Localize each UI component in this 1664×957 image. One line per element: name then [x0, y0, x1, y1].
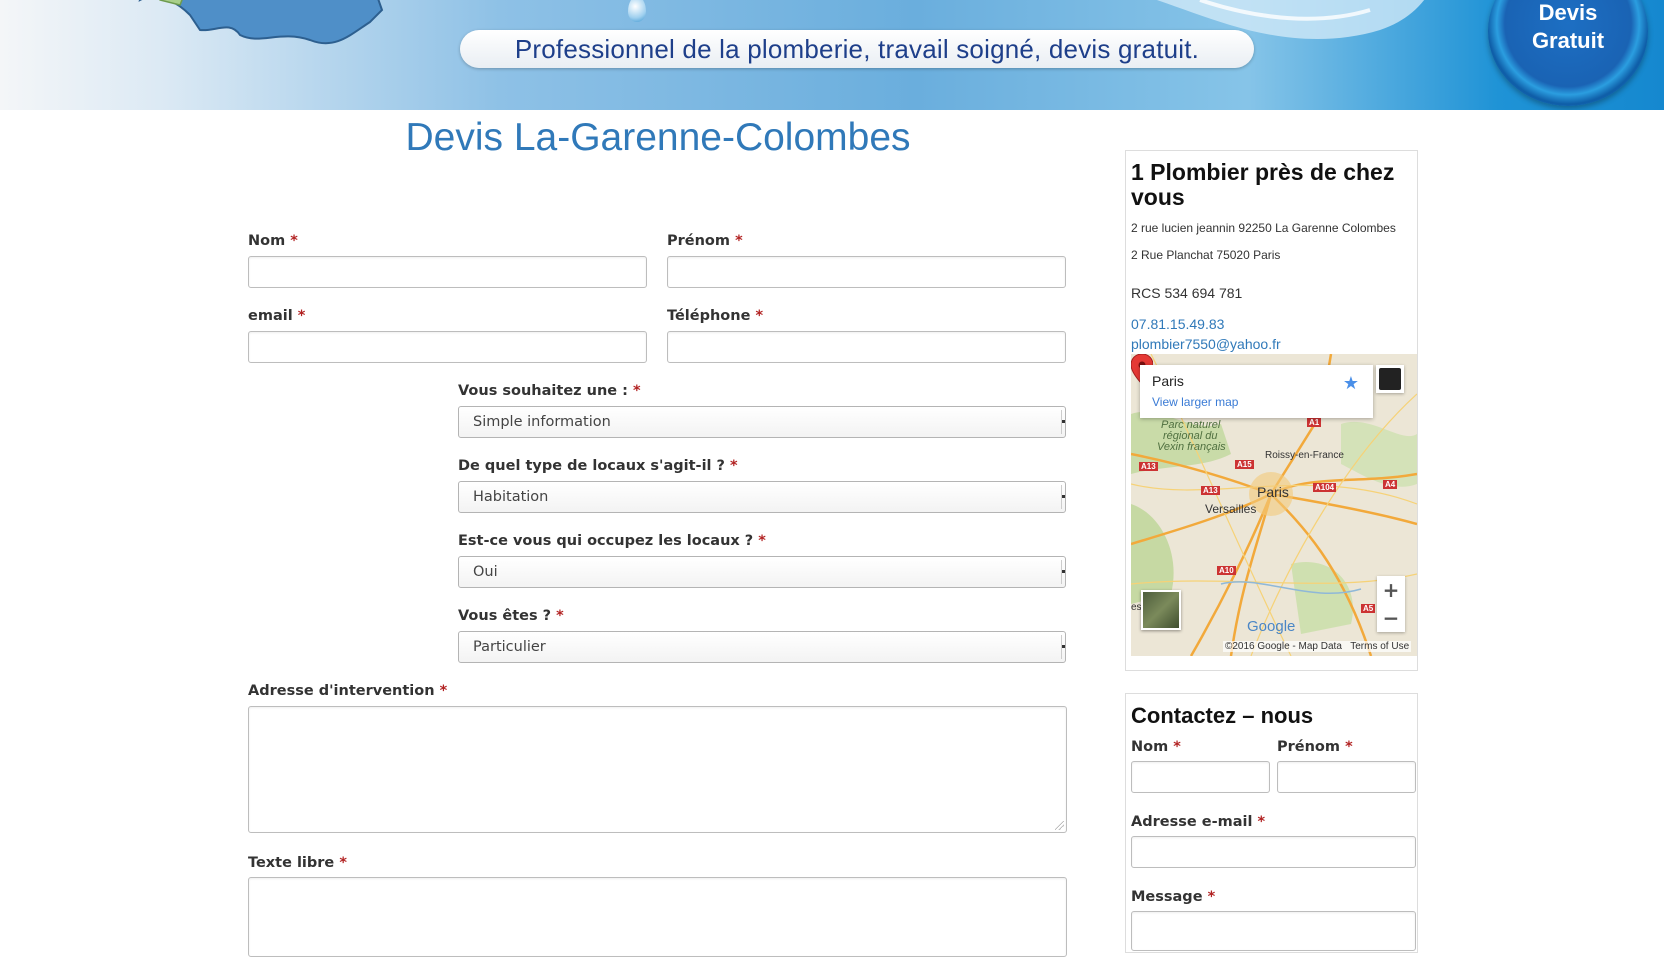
header-banner: Professionnel de la plomberie, travail s… — [0, 0, 1664, 110]
type-locaux-label: De quel type de locaux s'agit-il ? * — [458, 458, 738, 474]
occupez-select[interactable]: Oui — [458, 556, 1066, 588]
nom-label: Nom * — [248, 233, 298, 249]
map-footer: ©2016 Google - Map Data Terms of Use — [1223, 641, 1412, 652]
souhait-value: Simple information — [473, 414, 611, 430]
prenom-label: Prénom * — [667, 233, 743, 249]
map-city-name: Paris — [1152, 373, 1184, 389]
required-mark: * — [730, 458, 738, 474]
souhait-label: Vous souhaitez une : * — [458, 383, 641, 399]
water-drop-graphic — [628, 0, 646, 22]
email-label: email * — [248, 308, 306, 324]
type-locaux-value: Habitation — [473, 489, 549, 505]
email-link[interactable]: plombier7550@yahoo.fr — [1131, 336, 1281, 352]
map-terms-link[interactable]: Terms of Use — [1350, 641, 1409, 652]
zoom-controls: + − — [1377, 576, 1405, 632]
vous-etes-value: Particulier — [473, 639, 546, 655]
occupez-value: Oui — [473, 564, 498, 580]
required-mark: * — [297, 308, 306, 324]
map-label-versailles: Versailles — [1205, 502, 1257, 516]
zoom-out-button[interactable]: − — [1377, 604, 1405, 632]
page-title: Devis La-Garenne-Colombes — [405, 116, 911, 159]
address-line-2: 2 Rue Planchat 75020 Paris — [1131, 248, 1281, 262]
contact-prenom-label: Prénom * — [1277, 739, 1353, 755]
map-copyright: ©2016 Google - Map Data — [1225, 641, 1342, 652]
contact-email-label: Adresse e-mail * — [1131, 814, 1266, 830]
required-mark: * — [633, 383, 641, 399]
map-label-roissy: Roissy-en-France — [1265, 450, 1344, 461]
required-mark: * — [755, 308, 764, 324]
contact-widget-title: Contactez – nous — [1131, 703, 1314, 728]
road-shield-a10: A10 — [1217, 566, 1236, 575]
contact-message-textarea[interactable] — [1131, 911, 1416, 951]
required-mark: * — [735, 233, 743, 249]
google-logo: Google — [1247, 618, 1296, 635]
required-mark: * — [1173, 739, 1181, 755]
badge-line2: Gratuit — [1531, 28, 1605, 53]
dropdown-caret-icon — [1061, 485, 1065, 509]
dropdown-caret-icon — [1061, 560, 1065, 584]
contact-nom-label: Nom * — [1131, 739, 1181, 755]
map-label-paris: Paris — [1257, 484, 1289, 500]
contact-message-label: Message * — [1131, 889, 1216, 905]
contact-email-input[interactable] — [1131, 836, 1416, 868]
map-label-vexin: Vexin français — [1157, 441, 1226, 453]
required-mark: * — [1207, 889, 1216, 905]
view-larger-map-link[interactable]: View larger map — [1152, 395, 1238, 409]
satellite-toggle[interactable] — [1141, 590, 1181, 630]
required-mark: * — [1257, 814, 1266, 830]
banner-tagline: Professionnel de la plomberie, travail s… — [460, 30, 1254, 68]
adresse-textarea[interactable] — [248, 706, 1067, 833]
vous-etes-select[interactable]: Particulier — [458, 631, 1066, 663]
dropdown-caret-icon — [1061, 410, 1065, 434]
map-info-card: Paris View larger map ★ — [1140, 365, 1373, 418]
road-shield-a15: A15 — [1235, 460, 1254, 469]
map-label-edge: es — [1131, 602, 1142, 613]
address-line-1: 2 rue lucien jeannin 92250 La Garenne Co… — [1131, 221, 1396, 235]
type-locaux-select[interactable]: Habitation — [458, 481, 1066, 513]
contact-nom-input[interactable] — [1131, 761, 1270, 793]
rcs-number: RCS 534 694 781 — [1131, 285, 1243, 301]
adresse-label: Adresse d'intervention * — [248, 683, 448, 699]
devis-gratuit-badge[interactable]: Devis Gratuit — [1488, 0, 1648, 106]
road-shield-a1: A1 — [1307, 418, 1322, 427]
road-shield-a4: A4 — [1383, 480, 1398, 489]
souhait-select[interactable]: Simple information — [458, 406, 1066, 438]
phone-link[interactable]: 07.81.15.49.83 — [1131, 316, 1224, 332]
region-map-graphic — [138, 0, 384, 45]
email-input[interactable] — [248, 331, 647, 363]
road-shield-a13b: A13 — [1201, 486, 1220, 495]
road-shield-a13: A13 — [1139, 462, 1158, 471]
required-mark: * — [290, 233, 298, 249]
resize-grip-icon[interactable] — [1055, 821, 1064, 830]
required-mark: * — [556, 608, 564, 624]
prenom-input[interactable] — [667, 256, 1066, 288]
texte-libre-label: Texte libre * — [248, 855, 347, 871]
nom-input[interactable] — [248, 256, 647, 288]
google-map[interactable]: Parc naturel régional du Vexin français … — [1131, 354, 1417, 656]
road-shield-a5: A5 — [1361, 604, 1376, 613]
texte-libre-textarea[interactable] — [248, 877, 1067, 957]
required-mark: * — [758, 533, 766, 549]
required-mark: * — [1345, 739, 1353, 755]
required-mark: * — [439, 683, 448, 699]
occupez-label: Est-ce vous qui occupez les locaux ? * — [458, 533, 766, 549]
vous-etes-label: Vous êtes ? * — [458, 608, 564, 624]
dropdown-caret-icon — [1061, 635, 1065, 659]
zoom-in-button[interactable]: + — [1377, 576, 1405, 604]
directions-icon[interactable] — [1376, 365, 1404, 393]
badge-line1: Devis — [1538, 0, 1598, 25]
telephone-label: Téléphone * — [667, 308, 764, 324]
telephone-input[interactable] — [667, 331, 1066, 363]
contact-prenom-input[interactable] — [1277, 761, 1416, 793]
road-shield-a104: A104 — [1313, 483, 1337, 492]
star-icon[interactable]: ★ — [1343, 373, 1359, 394]
widget-title: 1 Plombier près de chez vous — [1131, 159, 1395, 210]
required-mark: * — [339, 855, 347, 871]
